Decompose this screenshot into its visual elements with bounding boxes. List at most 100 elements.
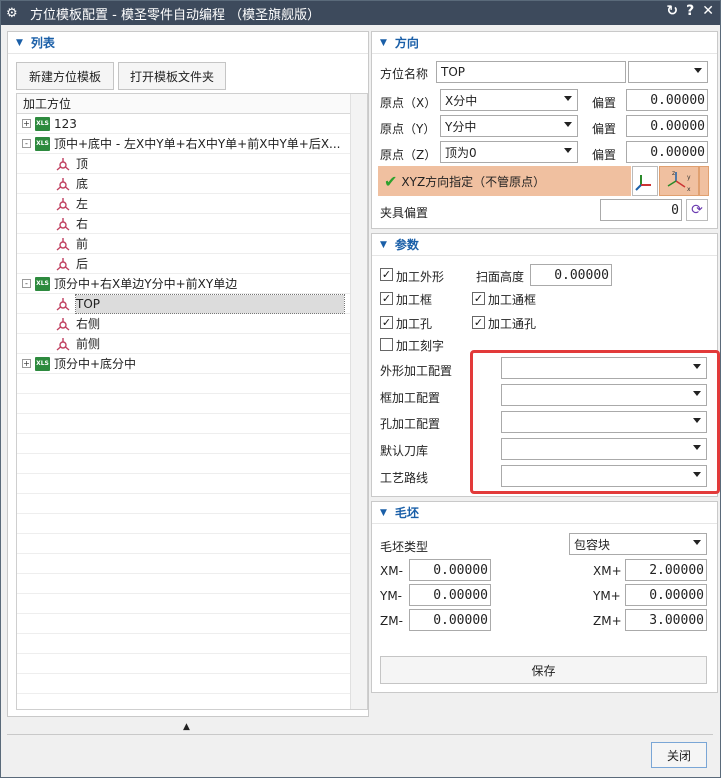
help-icon[interactable]: ?	[686, 3, 694, 19]
engrave-checkbox[interactable]	[380, 338, 393, 351]
tree-item[interactable]: 前	[17, 234, 367, 254]
origin-y-label: 原点（Y）	[380, 122, 436, 136]
tree-item[interactable]: 左	[17, 194, 367, 214]
axis-menu-arrow[interactable]	[699, 166, 709, 196]
refresh-icon[interactable]: ⟳	[686, 199, 708, 221]
tree-scrollbar[interactable]	[350, 94, 367, 709]
close-icon[interactable]: ✕	[702, 3, 714, 19]
engrave-label: 加工刻字	[396, 339, 445, 353]
tree-item-label: 顶中+底中 - 左X中Y单+右X中Y单+前X中Y单+后X...	[54, 137, 341, 151]
xyz-direction-label: XYZ方向指定（不管原点）	[401, 174, 546, 189]
scan-height-input[interactable]: 0.00000	[530, 264, 612, 286]
tree-item-label: 左	[76, 197, 89, 211]
coordinate-axis-icon	[55, 237, 71, 251]
tree-item-label: 前侧	[76, 337, 101, 351]
tree-item[interactable]: 顶	[17, 154, 367, 174]
origin-x-value: X分中	[445, 93, 478, 108]
chevron-down-icon	[694, 68, 702, 73]
tree-item[interactable]: 底	[17, 174, 367, 194]
tree-item[interactable]: 右	[17, 214, 367, 234]
blank-panel: ▼ 毛坯 毛坯类型 包容块 XM- 0.00000 XM+ 2.00000 YM…	[371, 501, 718, 693]
collapse-icon[interactable]: -	[22, 139, 31, 148]
tree-item-label: 顶分中+底分中	[54, 357, 137, 371]
fixture-offset-input[interactable]: 0	[600, 199, 682, 221]
zm-minus-label: ZM-	[380, 614, 403, 628]
new-template-button[interactable]: 新建方位模板	[16, 62, 114, 90]
zm-plus-input[interactable]: 3.00000	[625, 609, 707, 631]
origin-z-value: 顶为0	[445, 145, 477, 160]
csys-icon[interactable]	[632, 166, 658, 196]
route-label: 工艺路线	[380, 471, 429, 485]
direction-header-label: 方向	[394, 36, 419, 50]
offset-y-input[interactable]: 0.00000	[626, 115, 708, 137]
coordinate-axis-icon	[55, 217, 71, 231]
collapse-caret-icon: ▼	[380, 37, 387, 48]
expand-icon[interactable]: +	[22, 359, 31, 368]
tree-item[interactable]: + XLS 123	[17, 114, 367, 134]
list-group-header[interactable]: ▼ 列表	[8, 32, 368, 54]
tree-item[interactable]: - XLS 顶分中+右X单边Y分中+前XY单边	[17, 274, 367, 294]
params-group-header[interactable]: ▼ 参数	[372, 234, 717, 256]
checkmark-icon: ✔	[384, 171, 398, 191]
open-folder-button[interactable]: 打开模板文件夹	[118, 62, 226, 90]
xm-minus-input[interactable]: 0.00000	[409, 559, 491, 581]
refresh-icon[interactable]: ↻	[666, 3, 678, 19]
tree-item[interactable]: + XLS 顶分中+底分中	[17, 354, 367, 374]
through-frame-checkbox[interactable]: ✓	[472, 292, 485, 305]
offset-x-label: 偏置	[592, 96, 617, 110]
coordinate-axis-icon	[55, 317, 71, 331]
xm-plus-input[interactable]: 2.00000	[625, 559, 707, 581]
origin-y-select[interactable]: Y分中	[440, 115, 578, 137]
tree-item[interactable]: 右侧	[17, 314, 367, 334]
direction-panel: ▼ 方向 方位名称 TOP 原点（X） X分中 偏置 0.00000 原点（Y）…	[371, 31, 718, 229]
xyz-direction-row[interactable]: ✔ XYZ方向指定（不管原点）	[378, 166, 631, 196]
tree-item[interactable]: TOP	[17, 293, 367, 314]
dialog-window: ⚙ 方位模板配置 - 模圣零件自动编程 （模圣旗舰版） ↻ ? ✕ ▼ 列表 新…	[0, 0, 721, 778]
ym-minus-label: YM-	[380, 589, 403, 603]
origin-x-select[interactable]: X分中	[440, 89, 578, 111]
offset-x-input[interactable]: 0.00000	[626, 89, 708, 111]
offset-z-input[interactable]: 0.00000	[626, 141, 708, 163]
zm-minus-input[interactable]: 0.00000	[409, 609, 491, 631]
template-tree: 加工方位 + XLS 123- XLS 顶中+底中 - 左X中Y单+右X中Y单+前X中Y…	[16, 93, 368, 710]
tree-item[interactable]: 后	[17, 254, 367, 274]
orientation-name-dropdown[interactable]	[628, 61, 708, 83]
tree-empty-row	[17, 574, 367, 594]
expand-icon[interactable]: +	[22, 119, 31, 128]
tree-column-header: 加工方位	[17, 94, 367, 114]
blank-group-header[interactable]: ▼ 毛坯	[372, 502, 717, 524]
fixture-offset-label: 夹具偏置	[380, 206, 429, 220]
xm-plus-label: XM+	[593, 564, 622, 578]
collapse-icon[interactable]: -	[22, 279, 31, 288]
offset-z-label: 偏置	[592, 148, 617, 162]
outer-checkbox[interactable]: ✓	[380, 268, 393, 281]
tree-item-label: 顶	[76, 157, 89, 171]
ym-minus-input[interactable]: 0.00000	[409, 584, 491, 606]
collapse-caret-icon: ▼	[380, 507, 387, 518]
tree-item[interactable]: - XLS 顶中+底中 - 左X中Y单+右X中Y单+前X中Y单+后X...	[17, 134, 367, 154]
direction-group-header[interactable]: ▼ 方向	[372, 32, 717, 54]
origin-y-value: Y分中	[445, 119, 477, 134]
blank-type-select[interactable]: 包容块	[569, 533, 707, 555]
blank-type-value: 包容块	[574, 537, 611, 552]
tree-item-label: 123	[54, 116, 77, 131]
through-hole-checkbox[interactable]: ✓	[472, 316, 485, 329]
close-button[interactable]: 关闭	[651, 742, 707, 768]
origin-z-select[interactable]: 顶为0	[440, 141, 578, 163]
tree-empty-row	[17, 554, 367, 574]
coordinate-axis-icon	[55, 197, 71, 211]
save-button[interactable]: 保存	[380, 656, 707, 684]
hole-checkbox[interactable]: ✓	[380, 316, 393, 329]
tree-item[interactable]: 前侧	[17, 334, 367, 354]
hole-label: 加工孔	[396, 317, 433, 331]
axis-orient-icon[interactable]: z y x	[659, 166, 699, 196]
title-bar: ⚙ 方位模板配置 - 模圣零件自动编程 （模圣旗舰版） ↻ ? ✕	[1, 1, 720, 25]
frame-checkbox[interactable]: ✓	[380, 292, 393, 305]
orientation-name-input[interactable]: TOP	[436, 61, 626, 83]
ym-plus-input[interactable]: 0.00000	[625, 584, 707, 606]
splitter-up-icon[interactable]: ▲	[183, 722, 190, 732]
tree-empty-row	[17, 394, 367, 414]
highlight-annotation	[470, 350, 720, 494]
tree-empty-row	[17, 454, 367, 474]
outer-config-label: 外形加工配置	[380, 364, 453, 378]
